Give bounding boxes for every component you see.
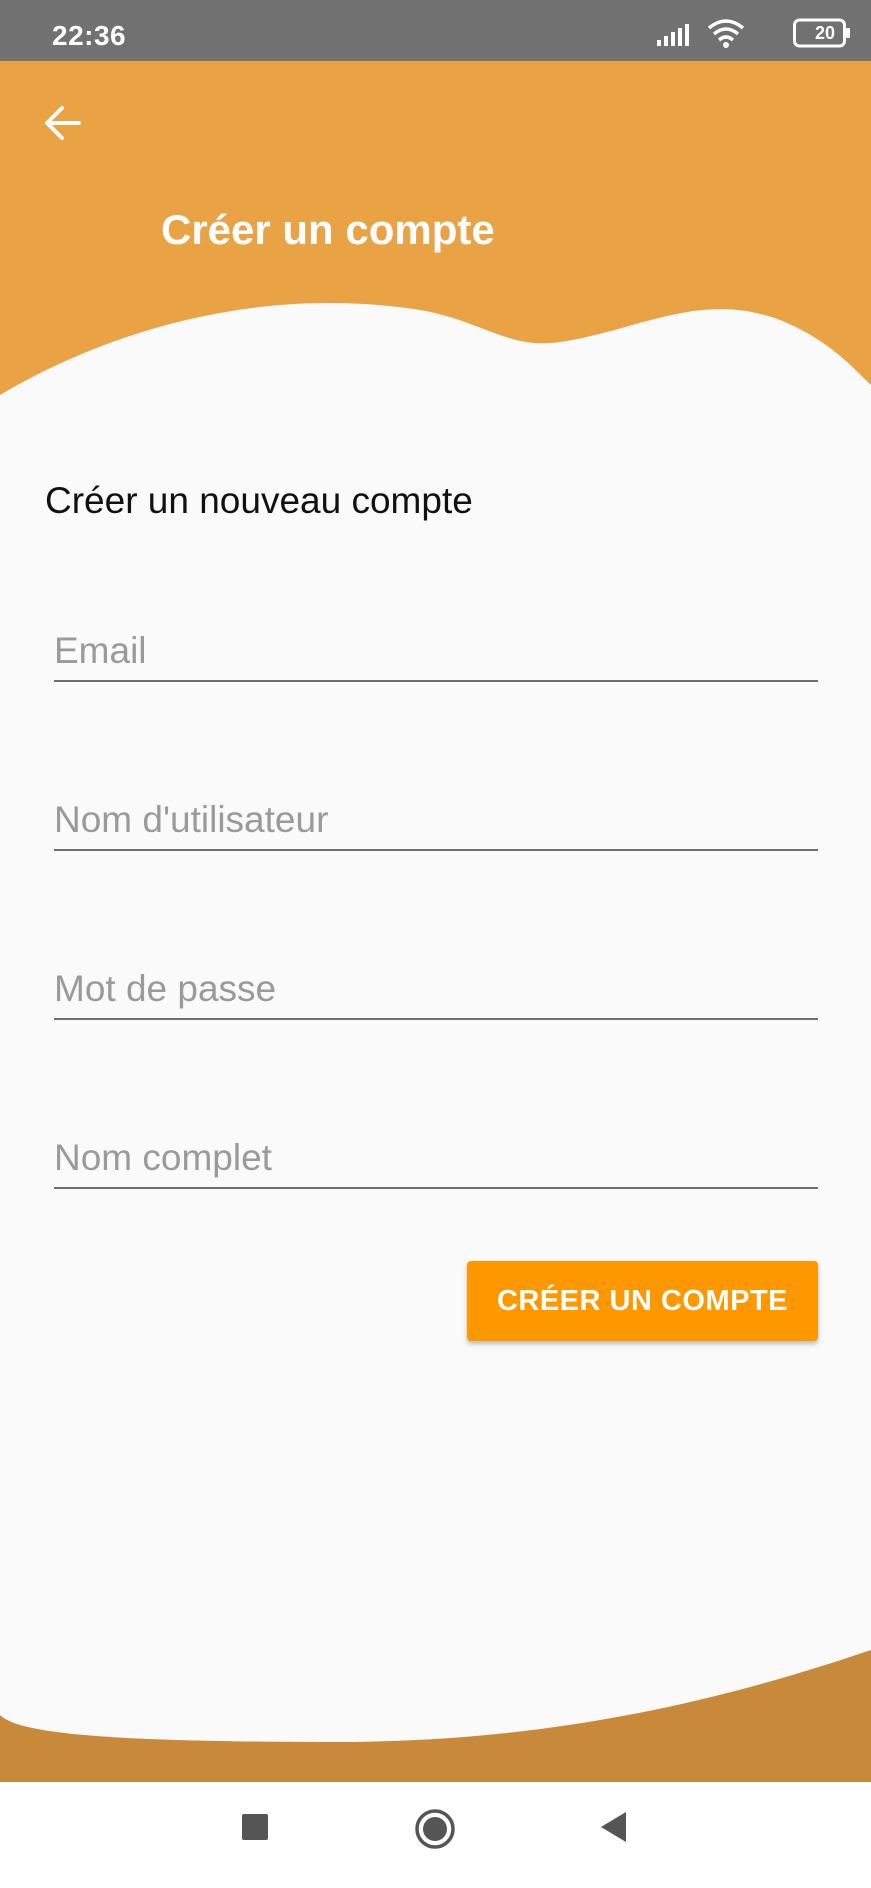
header-wave <box>0 302 871 410</box>
back-button[interactable] <box>40 98 84 148</box>
full-name-field[interactable] <box>54 1115 818 1189</box>
recents-square-icon[interactable] <box>240 1812 270 1842</box>
form-heading: Créer un nouveau compte <box>45 480 473 521</box>
username-input[interactable] <box>54 799 818 841</box>
password-field[interactable] <box>54 946 818 1020</box>
create-account-button[interactable]: CRÉER UN COMPTE <box>467 1261 818 1341</box>
system-nav-bar <box>0 1782 871 1888</box>
battery-level: 20 <box>814 23 835 43</box>
footer-wave <box>0 1650 871 1782</box>
email-input[interactable] <box>54 630 818 672</box>
status-bar: 22:36 20 <box>0 0 871 61</box>
full-name-input[interactable] <box>54 1137 818 1179</box>
home-circle-icon[interactable] <box>414 1808 456 1850</box>
signal-icon <box>657 24 689 46</box>
wifi-icon <box>707 19 745 48</box>
status-time: 22:36 <box>52 20 127 51</box>
email-field[interactable] <box>54 608 818 682</box>
arrow-left-icon <box>45 106 81 140</box>
username-field[interactable] <box>54 777 818 851</box>
page-title: Créer un compte <box>161 206 495 253</box>
password-input[interactable] <box>54 968 818 1010</box>
back-triangle-icon[interactable] <box>598 1810 628 1844</box>
